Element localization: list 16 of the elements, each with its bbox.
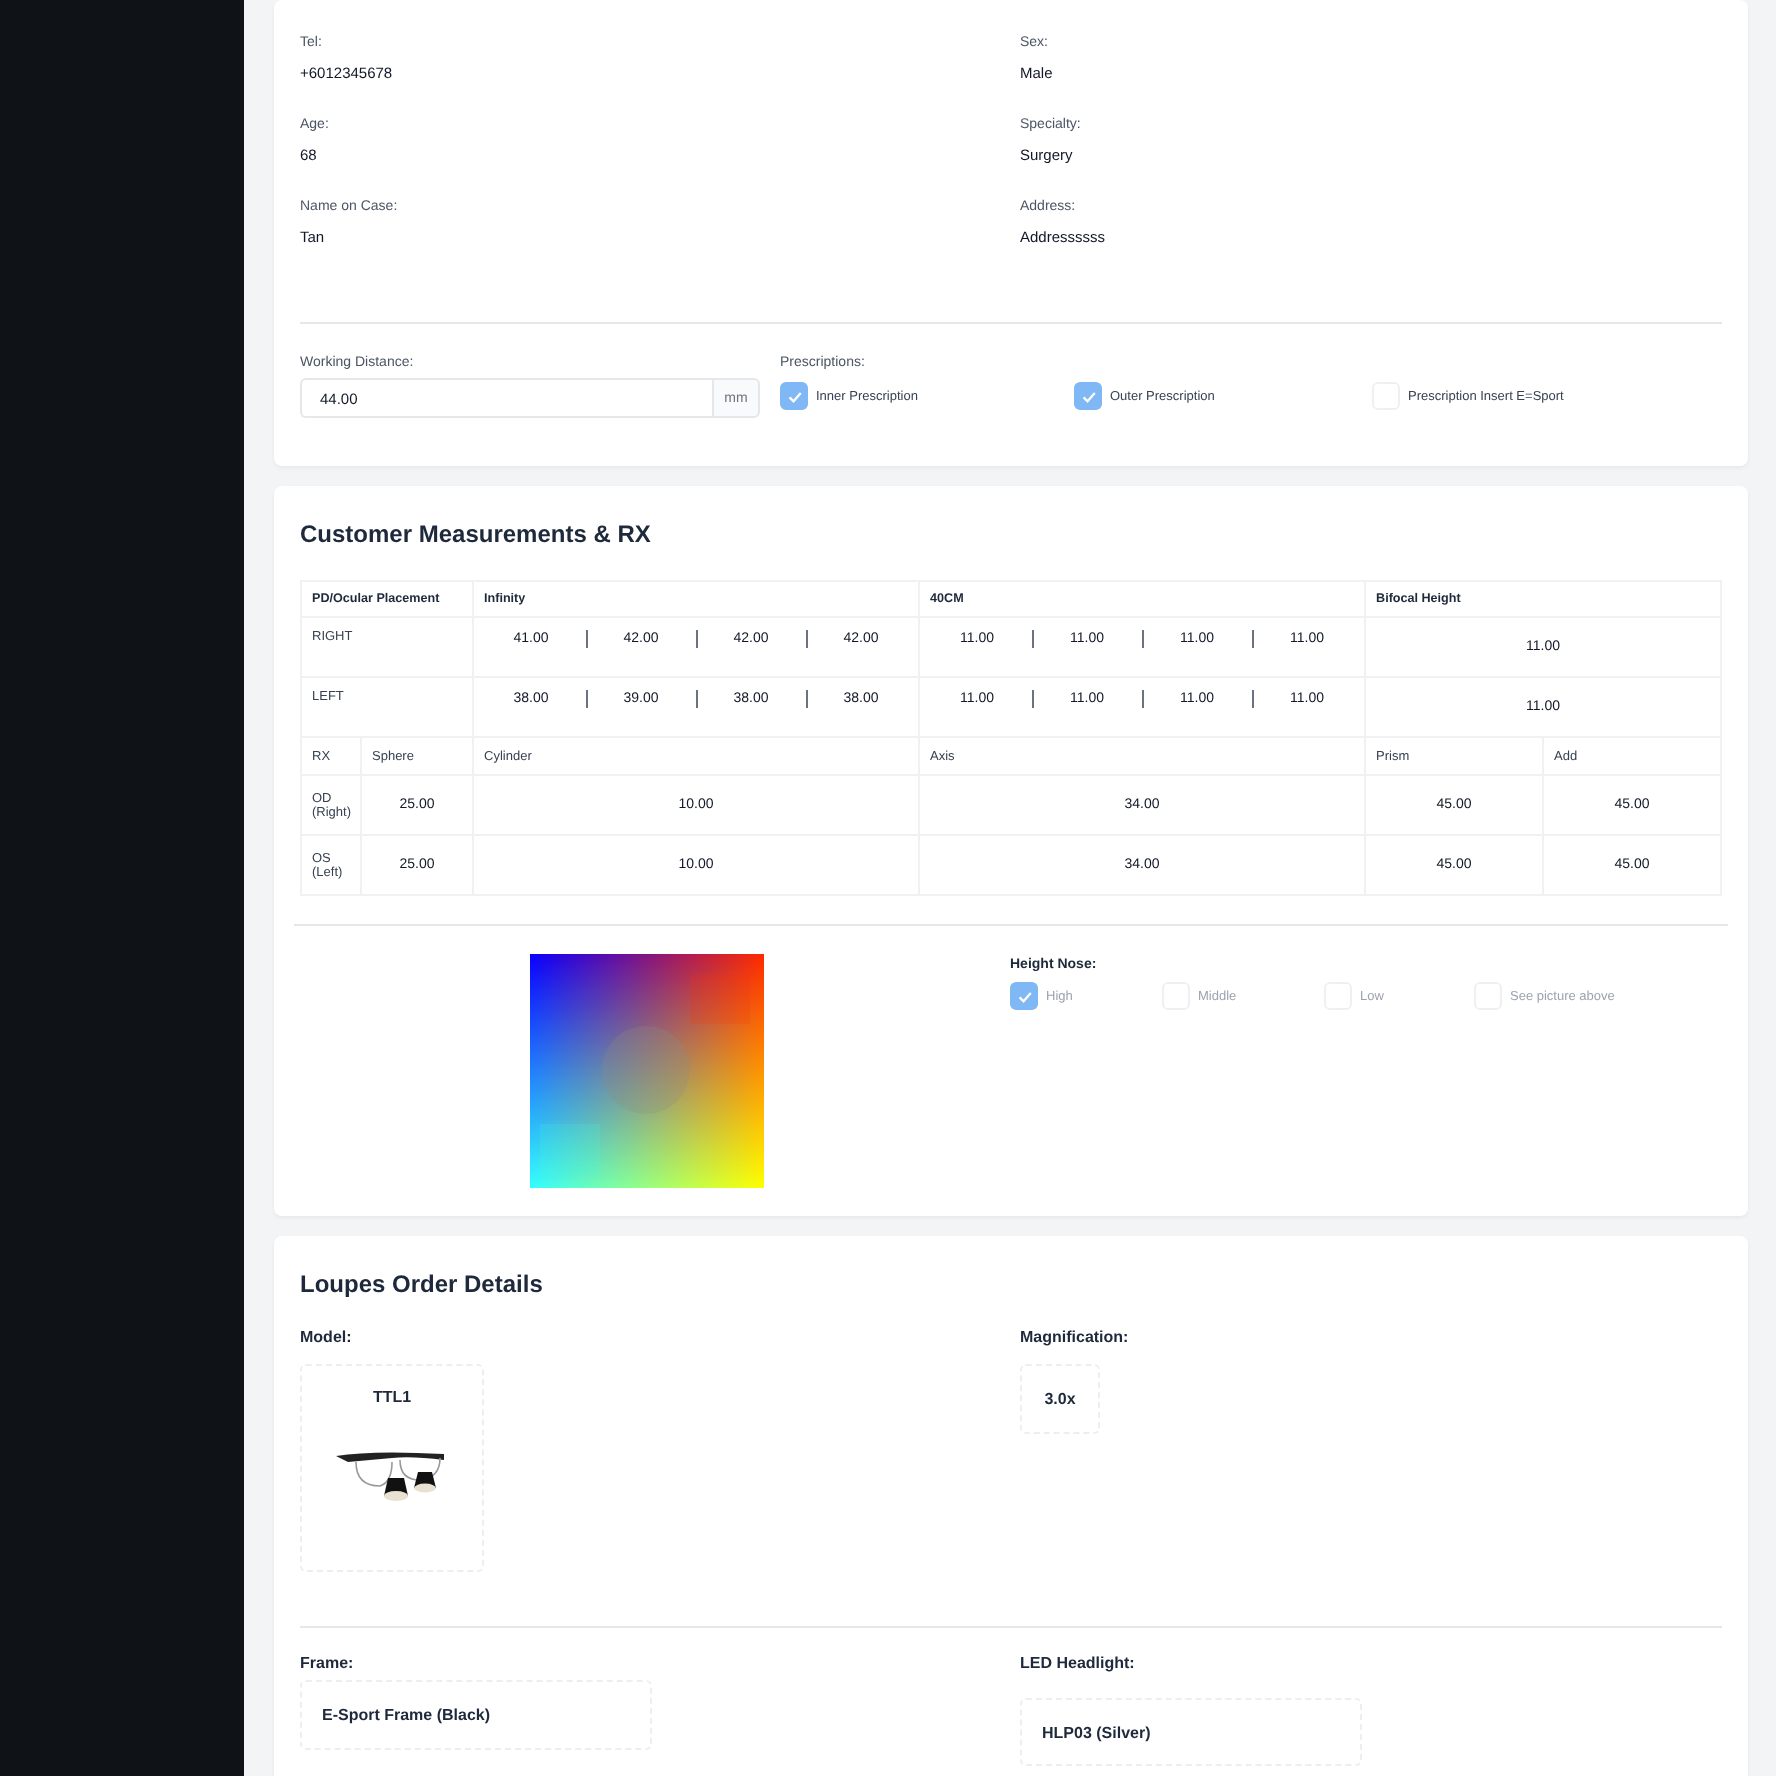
- section-title: Customer Measurements & RX: [300, 520, 651, 548]
- checkbox[interactable]: [780, 382, 808, 410]
- model-option[interactable]: TTL1: [300, 1364, 484, 1572]
- headlight-option[interactable]: HLP03 (Silver): [1020, 1698, 1362, 1766]
- frame-option[interactable]: E-Sport Frame (Black): [300, 1680, 652, 1750]
- checkbox[interactable]: [1010, 982, 1038, 1010]
- check-icon: [1079, 387, 1097, 405]
- field-label: LED Headlight:: [1020, 1654, 1137, 1672]
- section-title: Loupes Order Details: [300, 1270, 543, 1298]
- check-icon: [1015, 987, 1033, 1005]
- field-label: Magnification:: [1020, 1328, 1131, 1346]
- field-label: Model:: [300, 1328, 354, 1346]
- field-label: Frame:: [300, 1654, 356, 1672]
- checkbox[interactable]: [1074, 382, 1102, 410]
- magnification-option[interactable]: 3.0x: [1020, 1364, 1100, 1434]
- check-icon: [785, 387, 803, 405]
